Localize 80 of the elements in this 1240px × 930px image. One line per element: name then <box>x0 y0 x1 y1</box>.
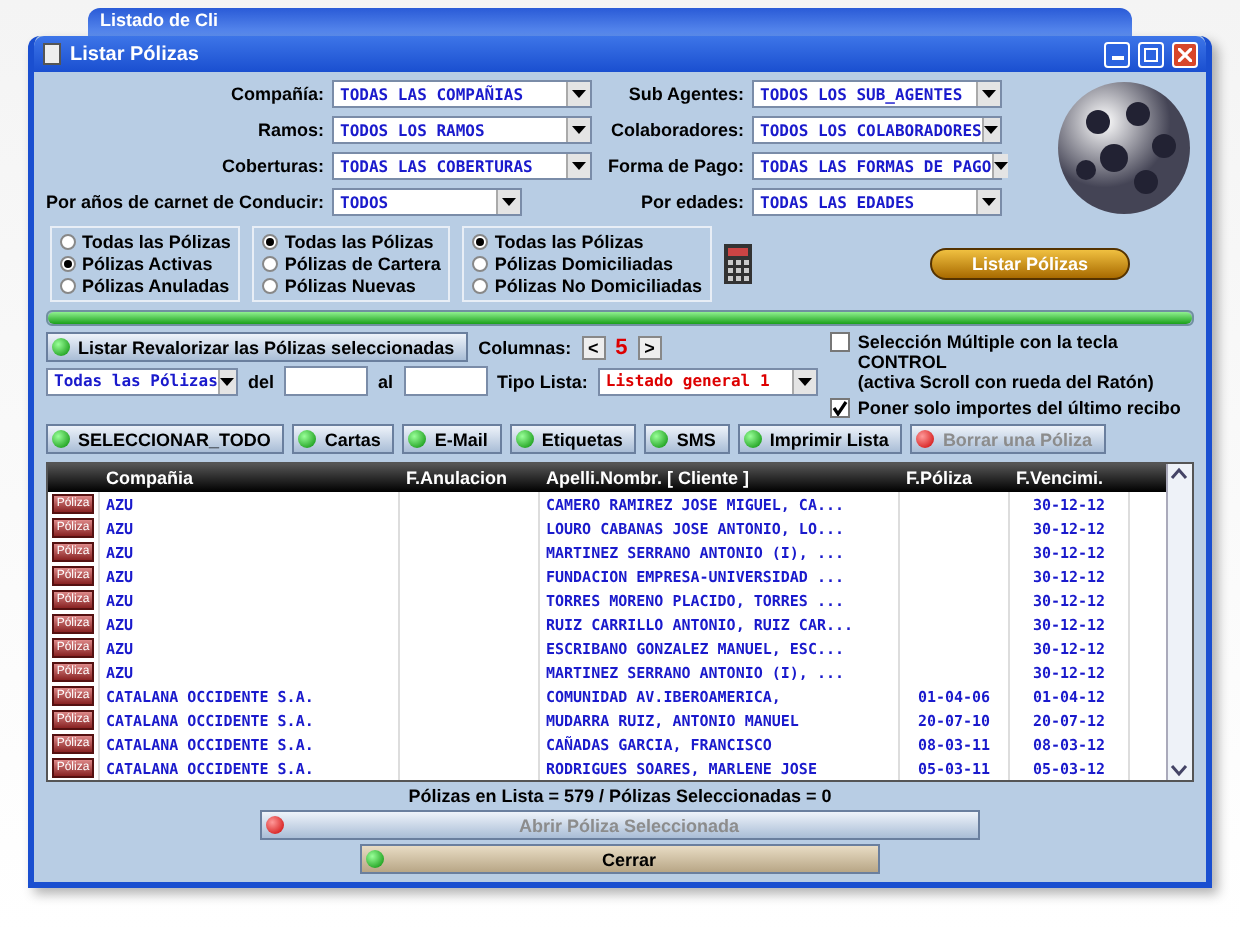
field-label: Por edades: <box>639 192 745 212</box>
maximize-button[interactable] <box>1138 41 1164 67</box>
next-button[interactable]: > <box>637 335 662 359</box>
field-label: Colaboradores: <box>609 120 745 140</box>
filter-dropdown[interactable]: TODAS LAS COMPAÑIAS <box>332 80 593 108</box>
field-label: Ramos: <box>256 120 325 140</box>
checkbox-note: (activa Scroll con rueda del Ratón) <box>857 372 1154 392</box>
checkbox[interactable] <box>829 398 850 418</box>
dropdown-arrow-icon <box>797 377 812 385</box>
action-button[interactable]: SMS <box>644 424 730 454</box>
dropdown-arrow-icon <box>984 126 999 134</box>
dropdown-arrow-icon <box>982 90 997 98</box>
action-button[interactable]: Cerrar <box>360 844 880 874</box>
radio-option[interactable]: Pólizas Activas <box>60 254 231 274</box>
filter-dropdown[interactable]: TODAS LAS COBERTURAS <box>332 152 593 180</box>
dropdown-arrow-icon <box>572 90 587 98</box>
field-label: Compañía: <box>229 84 325 104</box>
field-label: Sub Agentes: <box>626 84 745 104</box>
column-header: F.Anulacion <box>400 464 540 492</box>
action-button[interactable]: Listar Revalorizar las Pólizas seleccionadas <box>46 332 469 362</box>
action-button[interactable]: Imprimir Lista <box>737 424 903 454</box>
action-button[interactable]: Cartas <box>292 424 395 454</box>
header-filler <box>1130 464 1166 492</box>
calculator-icon <box>723 244 752 284</box>
sphere-logo-icon <box>1054 78 1194 218</box>
field-label: Columnas: <box>478 337 572 357</box>
list-type-dropdown[interactable]: Listado general 1 <box>597 367 818 395</box>
minimize-button[interactable] <box>1104 41 1130 67</box>
field-label: Forma de Pago: <box>608 156 745 176</box>
input-field[interactable] <box>284 366 369 396</box>
app-icon <box>42 42 62 66</box>
dropdown-arrow-icon <box>502 198 517 206</box>
dropdown-arrow-icon <box>993 162 1008 170</box>
window-title: Listado de Cli <box>88 8 1132 36</box>
field-label: Tipo Lista: <box>497 371 588 391</box>
radio-option[interactable]: Todas las Pólizas <box>472 232 702 252</box>
filter-dropdown[interactable]: TODOS LOS COLABORADORES <box>752 116 1003 144</box>
filter-dropdown[interactable]: TODAS LAS EDADES <box>752 188 1003 216</box>
dropdown-arrow-icon <box>572 162 587 170</box>
filter-dropdown[interactable]: TODAS LAS FORMAS DE PAGO <box>752 152 1003 180</box>
radio-option[interactable]: Pólizas Domiciliadas <box>472 254 702 274</box>
action-button[interactable]: Etiquetas <box>509 424 637 454</box>
field-label: al <box>378 371 394 391</box>
dropdown-arrow-icon <box>982 198 997 206</box>
scrollbar[interactable] <box>1166 464 1192 780</box>
close-button[interactable] <box>1172 41 1198 67</box>
maximize-icon <box>1144 47 1158 61</box>
dropdown-arrow-icon <box>572 126 587 134</box>
dropdown-arrow-icon <box>220 377 235 385</box>
radio-option[interactable]: Pólizas Nuevas <box>262 276 441 296</box>
checkbox-label: Poner solo importes del último recibo <box>857 398 1181 418</box>
radio-option[interactable]: Todas las Pólizas <box>262 232 441 252</box>
field-label: Coberturas: <box>220 156 325 176</box>
scope-dropdown[interactable]: Todas las Pólizas <box>46 367 238 395</box>
filter-dropdown[interactable]: TODOS LOS RAMOS <box>332 116 593 144</box>
action-button[interactable]: SELECCIONAR_TODO <box>46 424 285 454</box>
previous-button[interactable]: < <box>581 335 606 359</box>
column-header: Compañia <box>100 464 400 492</box>
column-header: F.Vencimi. <box>1010 464 1130 492</box>
radio-option[interactable]: Pólizas Anuladas <box>60 276 231 296</box>
summary-text: Pólizas en Lista = 579 / Pólizas Seleccionadas = 0 <box>406 784 834 810</box>
column-header: Apelli.Nombr. [ Cliente ] <box>540 464 900 492</box>
scroll-down-icon[interactable] <box>1168 760 1190 780</box>
input-field[interactable] <box>403 366 488 396</box>
header-filler <box>48 464 100 492</box>
window-title: Listar Pólizas <box>70 43 201 65</box>
scroll-up-icon[interactable] <box>1168 464 1190 484</box>
column-count: 5 <box>613 335 630 359</box>
column-header: F.Póliza <box>900 464 1010 492</box>
checkbox-label: Selección Múltiple con la tecla CONTROL <box>857 332 1118 372</box>
radio-option[interactable]: Pólizas No Domiciliadas <box>472 276 702 296</box>
field-label: del <box>248 371 275 391</box>
filter-dropdown[interactable]: TODOS LOS SUB_AGENTES <box>752 80 1003 108</box>
radio-option[interactable]: Pólizas de Cartera <box>262 254 441 274</box>
radio-option[interactable]: Todas las Pólizas <box>60 232 231 252</box>
field-label: Por años de carnet de Conducir: <box>46 192 325 212</box>
filter-dropdown[interactable]: TODOS <box>332 188 523 216</box>
action-button[interactable]: E-Mail <box>402 424 502 454</box>
close-icon <box>1178 47 1192 61</box>
checkbox[interactable] <box>829 332 850 352</box>
